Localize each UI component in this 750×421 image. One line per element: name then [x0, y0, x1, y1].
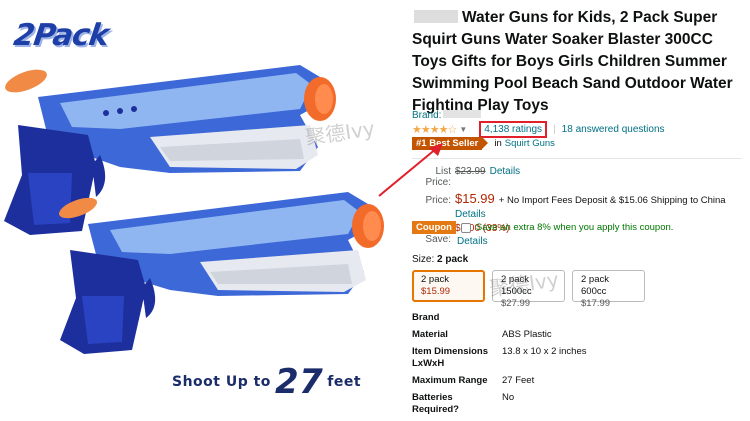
list-price-details-link[interactable]: Details [490, 166, 521, 177]
shoot-number: 27 [274, 362, 324, 401]
size-option-price: $15.99 [421, 286, 451, 297]
product-title: Water Guns for Kids, 2 Pack Super Squirt… [412, 7, 748, 117]
attribute-row: Maximum Range 27 Feet [412, 375, 587, 387]
star-rating-icon[interactable]: ★★★★☆ [412, 123, 457, 136]
price-value: $15.99 [455, 191, 495, 206]
pack-badge-text: 2Pack [11, 18, 111, 53]
red-annotation-arrow [378, 143, 443, 197]
section-divider [412, 158, 742, 159]
size-option-price: $17.99 [581, 298, 611, 309]
size-option-name: 2 pack [421, 274, 449, 285]
answered-questions-link[interactable]: 18 answered questions [562, 124, 665, 135]
product-attributes-table: Brand Material ABS Plastic Item Dimensio… [412, 312, 587, 421]
chevron-down-icon[interactable]: ▼ [459, 125, 467, 134]
brand-row[interactable]: Brand: [412, 110, 482, 121]
coupon-text[interactable]: Save an extra 8% when you apply this cou… [476, 222, 674, 233]
attribute-value: 13.8 x 10 x 2 inches [502, 346, 587, 357]
product-details: Water Guns for Kids, 2 Pack Super Squirt… [412, 0, 750, 415]
attribute-row: Brand [412, 312, 587, 324]
attribute-key: Brand [412, 312, 440, 323]
size-option-2-pack[interactable]: 2 pack $15.99 [412, 270, 485, 302]
bestseller-in-text: in [494, 138, 502, 149]
redacted-brand-mask [414, 10, 458, 23]
attribute-value: ABS Plastic [502, 329, 552, 340]
size-option-price: $27.99 [501, 298, 531, 309]
shoot-suffix: feet [327, 374, 362, 390]
attribute-key: Batteries Required? [412, 392, 459, 415]
attribute-row: Batteries Required? No [412, 392, 587, 416]
list-price-value: $23.99 [455, 166, 486, 177]
product-title-text: Water Guns for Kids, 2 Pack Super Squirt… [412, 9, 733, 114]
attribute-value: 27 Feet [502, 375, 535, 386]
attribute-key: Maximum Range [412, 375, 488, 386]
price-details-row: Details [412, 209, 726, 220]
coupon-details-link[interactable]: Details [457, 236, 488, 247]
ratings-count-link[interactable]: 4,138 ratings [479, 120, 548, 138]
attribute-value: No [502, 392, 515, 403]
shoot-prefix: Shoot Up to [172, 374, 271, 390]
bestseller-category-link[interactable]: Squirt Guns [505, 138, 555, 149]
size-option-2-pack-1500cc[interactable]: 2 pack 1500cc $27.99 [492, 270, 565, 309]
brand-label: Brand: [412, 110, 442, 121]
size-label-text: Size: [412, 254, 435, 265]
attribute-row: Material ABS Plastic [412, 329, 587, 341]
redacted-brand-name [443, 110, 482, 118]
price-details-link[interactable]: Details [455, 209, 486, 220]
water-gun-image-bottom [59, 192, 384, 354]
attribute-key: Item Dimensions LxWxH [412, 346, 489, 369]
price-row: Price: $15.99 + No Import Fees Deposit &… [412, 191, 726, 206]
attribute-row: Item Dimensions LxWxH 13.8 x 10 x 2 inch… [412, 346, 587, 370]
product-title-block: Water Guns for Kids, 2 Pack Super Squirt… [412, 7, 748, 117]
size-option-name: 2 pack 1500cc [501, 274, 532, 297]
size-option-name: 2 pack 600cc [581, 274, 609, 297]
size-label: Size: 2 pack [412, 254, 468, 265]
size-selected-value: 2 pack [437, 254, 469, 265]
product-image[interactable]: 2Pack Shoot Up to 27 feet [0, 0, 400, 401]
coupon-badge: Coupon [412, 221, 456, 234]
list-price-row: List Price: $23.99 Details [412, 166, 726, 188]
ratings-row: ★★★★☆ ▼ 4,138 ratings | 18 answered ques… [412, 120, 665, 138]
attribute-key: Material [412, 329, 448, 340]
size-swatches: 2 pack $15.99 2 pack 1500cc $27.99 2 pac… [412, 270, 652, 309]
divider: | [553, 123, 556, 135]
shipping-note: + No Import Fees Deposit & $15.06 Shippi… [498, 195, 726, 206]
coupon-row: Coupon Save an extra 8% when you apply t… [412, 221, 673, 234]
size-option-2-pack-600cc[interactable]: 2 pack 600cc $17.99 [572, 270, 645, 309]
shoot-range-caption: Shoot Up to 27 feet [172, 362, 361, 401]
coupon-checkbox[interactable] [460, 222, 471, 233]
